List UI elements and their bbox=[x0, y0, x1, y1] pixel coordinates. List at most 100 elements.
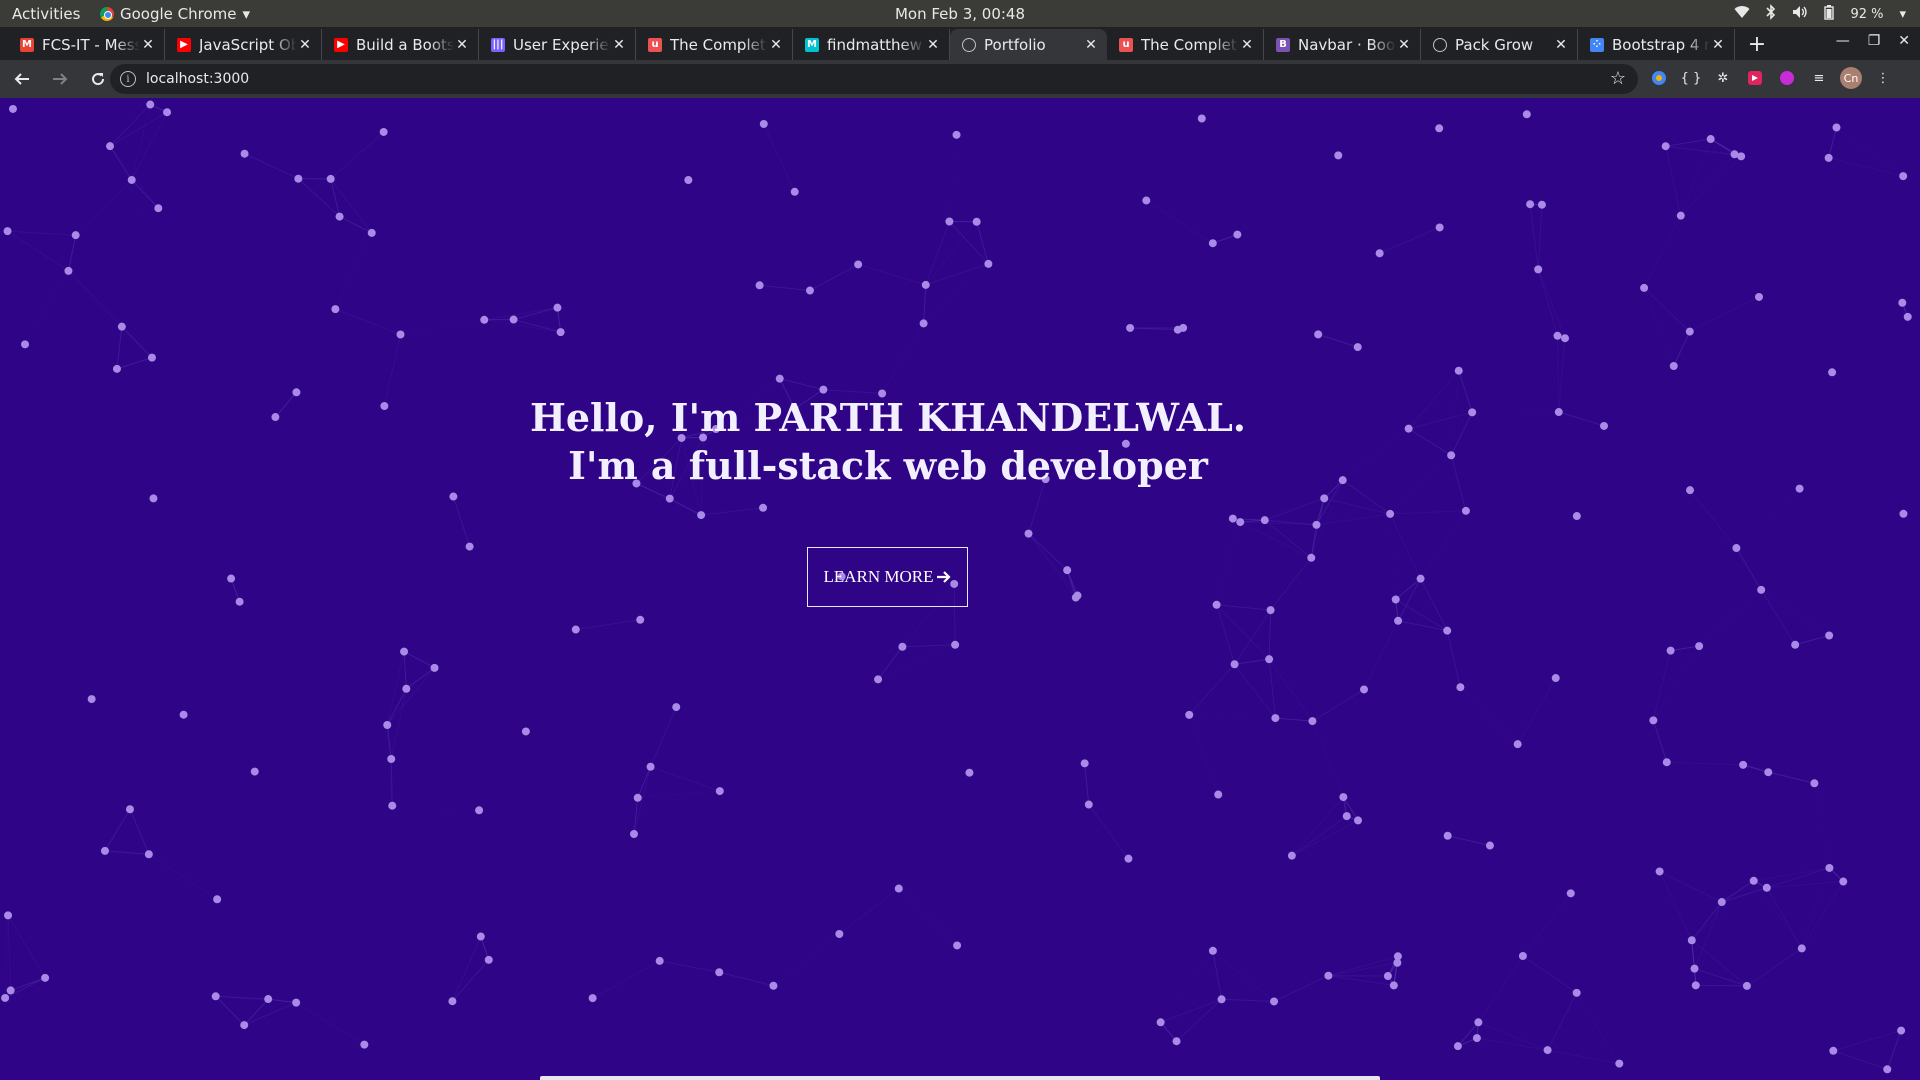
particle-link bbox=[650, 706, 677, 767]
tab-close-icon[interactable]: ✕ bbox=[611, 37, 627, 53]
tab-8[interactable]: B Navbar · Boot ✕ bbox=[1264, 29, 1421, 60]
gmail-icon: M bbox=[20, 37, 34, 52]
tab-close-icon[interactable]: ✕ bbox=[1239, 37, 1255, 53]
tab-7[interactable]: u The Complete ✕ bbox=[1107, 29, 1264, 60]
tab-close-icon[interactable]: ✕ bbox=[140, 37, 156, 53]
extension-red-square-icon[interactable] bbox=[1744, 67, 1766, 89]
particle-link bbox=[1813, 783, 1830, 869]
extension-gear-icon[interactable]: ✲ bbox=[1712, 67, 1734, 89]
particle-dot bbox=[509, 315, 518, 324]
particle-dot bbox=[1208, 239, 1217, 248]
particle-dot bbox=[1717, 898, 1726, 907]
particle-dot bbox=[1897, 1026, 1906, 1035]
particle-link bbox=[1394, 985, 1479, 1022]
status-area[interactable]: 92 % ▾ bbox=[1734, 4, 1906, 24]
particle-dot bbox=[400, 647, 409, 656]
particle-dot bbox=[1730, 150, 1739, 159]
tab-close-icon[interactable]: ✕ bbox=[1553, 37, 1569, 53]
particle-dot bbox=[1266, 606, 1275, 615]
tab-9[interactable]: Pack Grow ✕ bbox=[1421, 29, 1578, 60]
particle-dot bbox=[326, 174, 335, 183]
particle-link bbox=[1529, 204, 1539, 270]
learn-more-button[interactable]: LEARN MORE bbox=[807, 547, 968, 607]
clock[interactable]: Mon Feb 3, 00:48 bbox=[0, 5, 1920, 23]
tab-close-icon[interactable]: ✕ bbox=[1710, 37, 1726, 53]
extension-braces-icon[interactable]: { } bbox=[1680, 67, 1702, 89]
tab-close-icon[interactable]: ✕ bbox=[925, 37, 941, 53]
particle-link bbox=[129, 809, 150, 855]
site-info-icon[interactable]: i bbox=[120, 71, 136, 87]
tab-close-icon[interactable]: ✕ bbox=[1083, 37, 1099, 53]
particle-link bbox=[902, 644, 956, 648]
particle-dot bbox=[646, 762, 655, 771]
particle-dot bbox=[1757, 585, 1766, 594]
particle-link bbox=[1828, 157, 1904, 177]
system-top-bar: Activities Google Chrome ▾ Mon Feb 3, 00… bbox=[0, 0, 1920, 27]
minimize-icon[interactable]: — bbox=[1836, 33, 1850, 49]
particle-link bbox=[809, 264, 859, 291]
extension-mixed-icon[interactable] bbox=[1648, 67, 1670, 89]
caret-down-icon: ▾ bbox=[1899, 6, 1906, 22]
particle-dot bbox=[769, 981, 778, 990]
particle-dot bbox=[588, 994, 597, 1003]
particle-dot bbox=[1687, 936, 1696, 945]
tab-2[interactable]: ▶ Build a Bootst ✕ bbox=[322, 29, 479, 60]
particle-link bbox=[857, 263, 926, 286]
particle-dot bbox=[1534, 265, 1543, 274]
tab-10[interactable]: ⁘ Bootstrap 4 n ✕ bbox=[1578, 29, 1735, 60]
particle-link bbox=[245, 154, 331, 179]
extension-pink-icon[interactable] bbox=[1776, 67, 1798, 89]
particle-dot bbox=[1649, 716, 1658, 725]
particle-link bbox=[479, 731, 526, 810]
particle-link bbox=[131, 179, 159, 209]
particle-link bbox=[1189, 714, 1276, 719]
portfolio-page: Hello, I'm PARTH KHANDELWAL. I'm a full-… bbox=[0, 98, 1920, 1080]
bookmark-star-icon[interactable]: ☆ bbox=[1610, 68, 1626, 89]
tab-close-icon[interactable]: ✕ bbox=[454, 37, 470, 53]
particle-dot bbox=[1156, 1018, 1165, 1027]
particle-dot bbox=[919, 319, 928, 328]
kebab-menu-icon[interactable]: ⋮ bbox=[1872, 67, 1894, 89]
tab-1[interactable]: ▶ JavaScript Ob ✕ bbox=[165, 29, 322, 60]
new-tab-button[interactable]: + bbox=[1741, 29, 1773, 60]
particle-dot bbox=[1360, 685, 1369, 694]
particle-link bbox=[1212, 950, 1275, 1002]
particle-link bbox=[1691, 880, 1755, 941]
particle-link bbox=[297, 178, 340, 217]
tab-0[interactable]: M FCS-IT - Messe✕ bbox=[8, 29, 165, 60]
tab-title: User Experien bbox=[513, 35, 611, 54]
particle-link bbox=[296, 309, 335, 392]
particle-dot bbox=[379, 127, 388, 136]
particle-link bbox=[1833, 1050, 1888, 1070]
particle-dot bbox=[1797, 944, 1806, 953]
back-button[interactable] bbox=[6, 63, 38, 95]
particle-link bbox=[184, 715, 255, 772]
particle-dot bbox=[952, 130, 961, 139]
particle-dot bbox=[1443, 831, 1452, 840]
address-bar[interactable]: i localhost:3000 ☆ bbox=[110, 64, 1638, 94]
tab-6[interactable]: Portfolio ✕ bbox=[950, 29, 1107, 60]
particle-dot bbox=[1839, 877, 1848, 886]
tab-close-icon[interactable]: ✕ bbox=[297, 37, 313, 53]
tab-4[interactable]: u The Complete ✕ bbox=[636, 29, 793, 60]
forward-button[interactable] bbox=[44, 63, 76, 95]
particle-dot bbox=[1551, 674, 1560, 683]
particle-dot bbox=[1124, 854, 1133, 863]
particle-link bbox=[719, 971, 774, 987]
profile-avatar[interactable]: Cn bbox=[1840, 67, 1862, 89]
particle-dot bbox=[1179, 323, 1188, 332]
particle-link bbox=[1478, 1021, 1548, 1051]
extension-playlist-icon[interactable]: ≡ bbox=[1808, 67, 1830, 89]
particle-link bbox=[1268, 610, 1272, 660]
browser-toolbar: i localhost:3000 ☆ { } ✲ ≡ Cn ⋮ bbox=[0, 60, 1920, 98]
tab-close-icon[interactable]: ✕ bbox=[768, 37, 784, 53]
tab-close-icon[interactable]: ✕ bbox=[1396, 37, 1412, 53]
close-window-icon[interactable]: ✕ bbox=[1898, 33, 1910, 49]
tab-5[interactable]: Mfindmatthew ✕ bbox=[793, 29, 950, 60]
tab-3[interactable]: ||| User Experien ✕ bbox=[479, 29, 636, 60]
restore-icon[interactable]: ❐ bbox=[1868, 33, 1881, 49]
particle-dot bbox=[1228, 514, 1237, 523]
particle-dot bbox=[1353, 343, 1362, 352]
particle-link bbox=[925, 221, 950, 286]
particle-link bbox=[1358, 820, 1448, 835]
